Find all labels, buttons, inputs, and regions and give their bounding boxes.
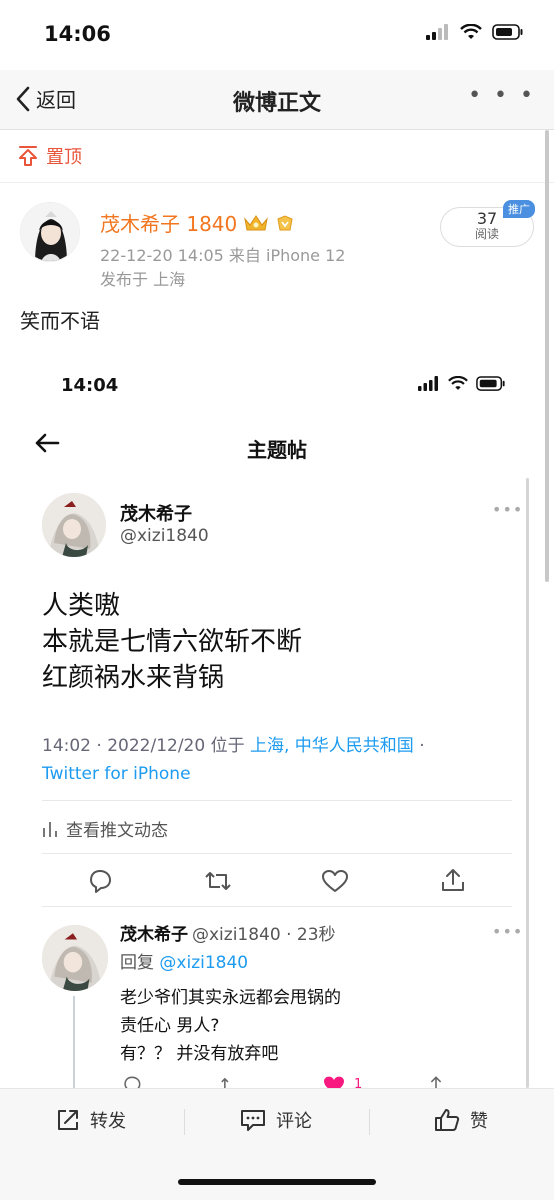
post-text: 笑而不语: [20, 309, 100, 333]
home-indicator: [178, 1179, 376, 1185]
repost-button[interactable]: 转发: [56, 1107, 126, 1133]
status-icons: [426, 24, 524, 40]
repost-label: 转发: [90, 1111, 126, 1132]
comment-button[interactable]: 评论: [240, 1107, 312, 1133]
activity-label: 查看推文动态: [66, 821, 168, 841]
tweet-avatar: [42, 493, 106, 557]
page-scrollbar[interactable]: [545, 130, 549, 582]
divider: [42, 853, 512, 854]
tweet-body: 人类嗷 本就是七情六欲斩不断 红颜祸水来背锅: [42, 588, 302, 696]
tweet-author-handle: @xizi1840: [120, 526, 209, 546]
battery-icon: [492, 24, 523, 40]
tweet-line: 人类嗷: [42, 591, 121, 621]
tweet-location: 上海, 中华人民共和国: [250, 736, 414, 756]
comment-label: 评论: [276, 1111, 312, 1132]
reply-line: 老少爷们其实永远都会甩锅的: [120, 988, 341, 1008]
more-options-button[interactable]: • • •: [468, 83, 536, 108]
divider: [42, 800, 512, 801]
embedded-screenshot[interactable]: 14:04 主题帖 茂木希子 @xizi1840 ••• 人类嗷 本就是七情六欲…: [0, 348, 554, 1088]
divider: [184, 1109, 185, 1135]
navigation-bar: 返回 微博正文 • • •: [0, 70, 554, 130]
post-date-device: 22-12-20 14:05 来自 iPhone 12: [100, 246, 346, 265]
avatar[interactable]: [20, 202, 80, 262]
reply-handle-time: @xizi1840 · 23秒: [192, 925, 336, 945]
share-icon: [430, 1076, 442, 1088]
post-location: 发布于 上海: [100, 270, 186, 289]
reply-icon: [124, 1076, 141, 1088]
reply-more-icon: •••: [492, 922, 524, 941]
divider: [369, 1109, 370, 1135]
reply-line: 责任心 男人?: [120, 1016, 220, 1036]
repost-icon: [58, 1110, 78, 1130]
retweet-icon: [221, 1077, 229, 1088]
cellular-signal-icon: [426, 24, 448, 40]
replying-to: 回复 @xizi1840: [120, 948, 248, 973]
promote-badge[interactable]: 推广: [503, 200, 535, 218]
tweet-timestamp: 14:02 · 2022/12/20 位于: [42, 736, 250, 756]
tweet-client: Twitter for iPhone: [42, 764, 191, 784]
divider: [42, 906, 512, 907]
share-icon: [442, 869, 464, 891]
liked-heart-icon: [324, 1076, 344, 1088]
battery-icon: [476, 376, 505, 391]
like-label: 赞: [470, 1111, 488, 1132]
wifi-icon: [460, 24, 482, 39]
reply-avatar: [42, 925, 108, 991]
reply-header: 茂木希子 @xizi1840 · 23秒: [120, 920, 336, 945]
retweet-icon: [205, 872, 231, 890]
tweet-meta-dot: ·: [413, 736, 425, 756]
embedded-status-time: 14:04: [61, 375, 119, 396]
vip-badge-icon: [277, 214, 293, 230]
reply-author-name: 茂木希子: [120, 925, 188, 945]
analytics-icon: [43, 821, 57, 837]
like-count: 1: [354, 1077, 363, 1088]
crown-badge-icon: [244, 214, 269, 230]
avatar-image: [21, 203, 79, 261]
reply-body: 老少爷们其实永远都会甩锅的 责任心 男人? 有？？ 并没有放弃吧: [120, 984, 341, 1068]
reply-actions: 1: [0, 1075, 554, 1088]
bottom-action-bar: 转发 评论 赞: [0, 1088, 554, 1200]
reply-to-handle: @xizi1840: [159, 953, 249, 973]
author-name: 茂木希子 1840: [100, 212, 238, 236]
post-author[interactable]: 茂木希子 1840: [100, 208, 295, 237]
reply-icon: [90, 870, 111, 893]
tweet-meta: 14:02 · 2022/12/20 位于 上海, 中华人民共和国 · Twit…: [42, 732, 482, 788]
wifi-icon: [448, 376, 468, 390]
tweet-actions: [0, 866, 554, 896]
tweet-line: 红颜祸水来背锅: [42, 663, 225, 693]
comment-icon: [241, 1110, 265, 1131]
like-button[interactable]: 赞: [434, 1107, 488, 1133]
tweet-more-icon: •••: [492, 500, 524, 519]
divider: [0, 182, 554, 183]
reply-prefix: 回复: [120, 953, 160, 973]
tweet-line: 本就是七情六欲斩不断: [42, 627, 303, 657]
tweet-author-name: 茂木希子: [120, 504, 192, 525]
like-heart-icon: [322, 870, 348, 892]
tweet-activity: 查看推文动态: [42, 816, 168, 841]
status-time: 14:06: [44, 22, 111, 46]
pin-top-icon: [19, 146, 37, 166]
read-label: 阅读: [474, 227, 499, 241]
cellular-signal-icon: [418, 376, 438, 391]
embedded-title: 主题帖: [247, 438, 307, 462]
thumbs-up-icon: [435, 1109, 460, 1131]
pinned-label: 置顶: [18, 143, 82, 169]
reply-line: 有？？ 并没有放弃吧: [120, 1044, 279, 1064]
pinned-text: 置顶: [46, 147, 82, 168]
embedded-status-icons: [418, 376, 506, 391]
embedded-scrollbar: [526, 478, 529, 1088]
